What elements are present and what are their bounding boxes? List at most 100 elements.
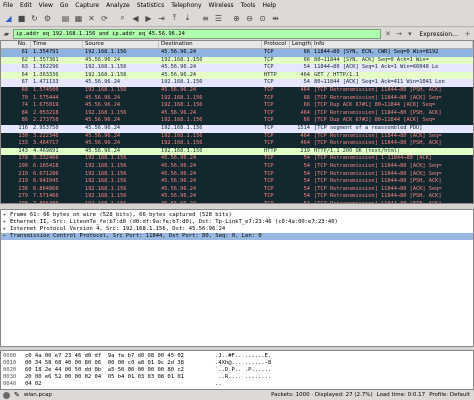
packet-proto-cell: TCP bbox=[264, 64, 274, 71]
capture-file-icon[interactable]: ✎ bbox=[14, 391, 20, 399]
hex-bytes[interactable]: 20 00 e6 52 00 00 02 04 05 b4 01 03 03 0… bbox=[25, 374, 215, 381]
detail-tree-item[interactable]: ▸ Internet Protocol Version 4, Src: 192.1… bbox=[1, 226, 473, 233]
go-first-icon[interactable]: ⤒ bbox=[169, 13, 180, 24]
expand-arrow-icon[interactable]: ▸ bbox=[3, 219, 10, 226]
column-header-source[interactable]: Source bbox=[83, 41, 159, 48]
menu-telephony[interactable]: Telephony bbox=[171, 2, 201, 9]
reload-icon[interactable]: ⟳ bbox=[99, 13, 110, 24]
menu-edit[interactable]: Edit bbox=[20, 2, 32, 9]
hex-bytes[interactable]: 00 34 58 68 40 00 80 06 00 00 c0 a8 01 9… bbox=[25, 360, 215, 367]
expand-arrow-icon[interactable]: ▸ bbox=[3, 212, 10, 219]
ascii-bytes[interactable]: .. bbox=[215, 381, 305, 388]
find-packet-icon[interactable]: ⌕ bbox=[117, 13, 128, 24]
profile-name[interactable]: Profile: Default bbox=[429, 392, 474, 398]
go-to-packet-icon[interactable]: ⇥ bbox=[156, 13, 167, 24]
packet-row[interactable]: 236 6.864860 192.168.1.156 45.56.96.24 TCP 54… bbox=[1, 185, 473, 194]
packet-row[interactable]: 70 1.575444 45.56.96.24 192.168.1.156 TCP 66 [… bbox=[1, 94, 473, 103]
resize-columns-icon[interactable]: ⇹ bbox=[270, 13, 281, 24]
ascii-bytes[interactable]: ..R.... ........ bbox=[215, 374, 305, 381]
expand-arrow-icon[interactable]: ▸ bbox=[3, 233, 10, 240]
detail-tree-item[interactable]: ▸ Ethernet II, Src: LiteonTe_fe:b7:d0 (d0… bbox=[1, 219, 473, 226]
packet-row[interactable]: 279 7.571466 192.168.1.156 45.56.96.24 TCP 54… bbox=[1, 193, 473, 201]
packet-proto-cell: TCP bbox=[264, 79, 274, 86]
packet-info-cell: [TCP Retransmission] 11844→80 [ACK] Seq= bbox=[314, 132, 442, 139]
packet-row[interactable]: 61 1.354791 192.168.1.156 45.56.96.24 TCP 66 1… bbox=[1, 49, 473, 57]
menu-help[interactable]: Help bbox=[262, 2, 276, 9]
bookmark-icon[interactable]: ▰ bbox=[2, 29, 11, 39]
hex-dump-row[interactable]: 0020 60 18 2e 44 00 50 dd 0b a5 50 00 00 … bbox=[1, 367, 473, 374]
autoscroll-icon[interactable]: ☰ bbox=[213, 13, 224, 24]
hex-dump-row[interactable]: 0000 c0 4a 00 e7 23 46 d0 df 9a fe b7 d0 … bbox=[1, 353, 473, 360]
zoom-out-icon[interactable]: ⊖ bbox=[244, 13, 255, 24]
menu-analyze[interactable]: Analyze bbox=[106, 2, 130, 9]
hex-bytes[interactable]: 04 02 bbox=[25, 381, 215, 388]
menu-view[interactable]: View bbox=[39, 2, 53, 9]
hex-dump-row[interactable]: 0040 04 02.. bbox=[1, 381, 473, 388]
packet-row[interactable]: 130 3.222346 45.56.96.24 192.168.1.156 TCP 46… bbox=[1, 132, 473, 141]
pane-splitter[interactable] bbox=[0, 204, 474, 208]
column-header-protocol[interactable]: Protocol bbox=[262, 41, 290, 48]
menu-tools[interactable]: Tools bbox=[241, 2, 256, 9]
packet-row[interactable]: 190 6.165418 192.168.1.156 45.56.96.24 TCP 54… bbox=[1, 162, 473, 171]
capture-options-icon[interactable]: ⚙ bbox=[42, 13, 53, 24]
packet-row[interactable]: 210 6.671286 192.168.1.156 45.56.96.24 TCP 54… bbox=[1, 170, 473, 179]
zoom-reset-icon[interactable]: ⊙ bbox=[257, 13, 268, 24]
menu-file[interactable]: File bbox=[3, 2, 13, 9]
restart-capture-icon[interactable]: ↻ bbox=[29, 13, 40, 24]
apply-filter-icon[interactable]: → bbox=[394, 29, 403, 39]
stop-capture-icon[interactable]: ■ bbox=[16, 13, 27, 24]
expression-button[interactable]: Expression… bbox=[416, 31, 461, 38]
start-capture-icon[interactable]: ◢ bbox=[3, 13, 14, 24]
packet-row[interactable]: 86 2.273758 45.56.96.24 192.168.1.156 TCP 66 [… bbox=[1, 117, 473, 125]
menu-go[interactable]: Go bbox=[60, 2, 68, 9]
column-header-info[interactable]: Info bbox=[312, 41, 473, 48]
menu-statistics[interactable]: Statistics bbox=[137, 2, 164, 9]
ascii-bytes[interactable]: .J..#F.. ......E. bbox=[215, 353, 305, 360]
packet-time-cell: 2.053218 bbox=[33, 109, 59, 116]
packet-row[interactable]: 219 6.941045 192.168.1.156 45.56.96.24 TCP 54… bbox=[1, 178, 473, 186]
packet-len-cell: 66 bbox=[303, 117, 310, 124]
go-back-icon[interactable]: ◀ bbox=[130, 13, 141, 24]
packet-row[interactable]: 68 1.574500 192.168.1.156 45.56.96.24 TCP 464… bbox=[1, 86, 473, 95]
open-file-icon[interactable]: ▤ bbox=[60, 13, 71, 24]
packet-row[interactable]: 63 1.362296 192.168.1.156 45.56.96.24 TCP 54 1… bbox=[1, 64, 473, 72]
column-header-no[interactable]: No. bbox=[1, 41, 31, 48]
detail-tree-item[interactable]: ▸ Frame 61: 66 bytes on wire (528 bits), … bbox=[1, 212, 473, 219]
packet-row[interactable]: 67 1.471133 45.56.96.24 192.168.1.156 TCP 54 8… bbox=[1, 79, 473, 87]
close-file-icon[interactable]: ✕ bbox=[86, 13, 97, 24]
filter-history-icon[interactable]: ▾ bbox=[405, 29, 414, 39]
packet-row[interactable]: 116 2.953750 45.56.96.24 192.168.1.156 TCP 15… bbox=[1, 124, 473, 133]
expand-arrow-icon[interactable]: ▸ bbox=[3, 226, 10, 233]
packet-info-cell: [TCP Retransmission] 11844→80 [ACK] Seq= bbox=[314, 162, 442, 169]
hex-dump-row[interactable]: 0010 00 34 58 68 40 00 80 06 00 00 c0 a8 … bbox=[1, 360, 473, 367]
packet-row[interactable]: 133 3.464717 45.56.96.24 192.168.1.156 TCP 46… bbox=[1, 140, 473, 148]
colorize-icon[interactable]: ≡ bbox=[200, 13, 211, 24]
packet-row[interactable]: 143 4.469891 45.56.96.24 192.168.1.156 HTTP 2… bbox=[1, 147, 473, 156]
add-filter-button-icon[interactable]: + bbox=[463, 29, 472, 39]
hex-bytes[interactable]: 60 18 2e 44 00 50 dd 0b a5 50 00 00 00 0… bbox=[25, 367, 215, 374]
column-header-destination[interactable]: Destination bbox=[159, 41, 262, 48]
go-last-icon[interactable]: ⤓ bbox=[182, 13, 193, 24]
menu-wireless[interactable]: Wireless bbox=[209, 2, 234, 9]
ascii-bytes[interactable]: `..D.P.. .P...... bbox=[215, 367, 305, 374]
packet-proto-cell: HTTP bbox=[264, 147, 277, 154]
packet-row[interactable]: 62 1.357301 45.56.96.24 192.168.1.156 TCP 66 8… bbox=[1, 56, 473, 65]
go-forward-icon[interactable]: ▶ bbox=[143, 13, 154, 24]
ascii-bytes[interactable]: .4Xh@... ......-8 bbox=[215, 360, 305, 367]
packet-row[interactable]: 178 5.332466 192.168.1.156 45.56.96.24 TCP 54… bbox=[1, 155, 473, 163]
detail-tree-item[interactable]: ▸ Transmission Control Protocol, Src Port… bbox=[1, 233, 473, 240]
hex-dump-row[interactable]: 0030 20 00 e6 52 00 00 02 04 05 b4 01 03 … bbox=[1, 374, 473, 381]
packet-row[interactable]: 84 2.053218 192.168.1.156 45.56.96.24 TCP 464… bbox=[1, 109, 473, 118]
menu-capture[interactable]: Capture bbox=[75, 2, 99, 9]
save-file-icon[interactable]: ▦ bbox=[73, 13, 84, 24]
packet-row[interactable]: 64 1.363336 192.168.1.156 45.56.96.24 HTTP 46… bbox=[1, 71, 473, 80]
packet-row[interactable]: 74 1.675019 45.56.96.24 192.168.1.156 TCP 66 [… bbox=[1, 102, 473, 110]
column-header-length[interactable]: Length bbox=[290, 41, 312, 48]
display-filter-input[interactable]: ip.addr eq 192.168.1.156 and ip.addr eq … bbox=[13, 29, 382, 39]
packet-proto-cell: TCP bbox=[264, 155, 274, 162]
clear-filter-icon[interactable]: ✕ bbox=[383, 29, 392, 39]
expert-info-icon[interactable] bbox=[3, 391, 10, 399]
hex-bytes[interactable]: c0 4a 00 e7 23 46 d0 df 9a fe b7 d0 08 0… bbox=[25, 353, 215, 360]
column-header-time[interactable]: Time bbox=[31, 41, 83, 48]
zoom-in-icon[interactable]: ⊕ bbox=[231, 13, 242, 24]
